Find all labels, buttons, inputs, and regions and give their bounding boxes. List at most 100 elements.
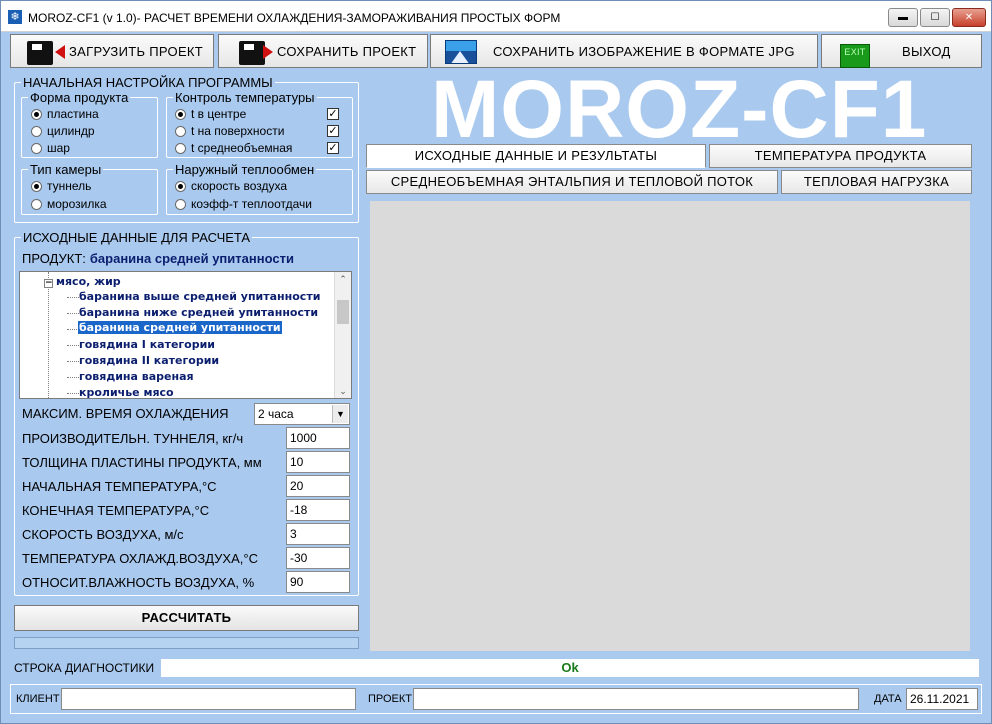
project-input[interactable] bbox=[413, 688, 859, 710]
humidity-input[interactable]: 90 bbox=[286, 571, 350, 593]
tree-item[interactable]: говядина I категории bbox=[79, 338, 215, 351]
load-project-button[interactable]: ЗАГРУЗИТЬ ПРОЕКТ bbox=[10, 34, 214, 68]
tree-connector bbox=[67, 361, 79, 362]
chamber-radio-tunnel[interactable]: туннель bbox=[31, 179, 91, 193]
product-tree[interactable]: − мясо, жир баранина выше средней упитанн… bbox=[19, 271, 352, 399]
exit-label: ВЫХОД bbox=[902, 44, 951, 59]
radio-label: пластина bbox=[47, 107, 99, 121]
scroll-up-icon[interactable]: ⌃ bbox=[335, 272, 351, 286]
tree-connector bbox=[67, 393, 79, 394]
radio-dot bbox=[31, 142, 42, 154]
date-label: ДАТА bbox=[874, 693, 902, 705]
close-button[interactable]: ✕ bbox=[952, 8, 986, 27]
param-label-tunnel-capacity: ПРОИЗВОДИТЕЛЬН. ТУННЕЛЯ, кг/ч bbox=[22, 431, 244, 446]
param-label-initial-temp: НАЧАЛЬНАЯ ТЕМПЕРАТУРА,°С bbox=[22, 479, 217, 494]
save-project-button[interactable]: СОХРАНИТЬ ПРОЕКТ bbox=[218, 34, 428, 68]
radio-label: t среднеобъемная bbox=[191, 141, 293, 155]
radio-label: коэфф-т теплоотдачи bbox=[191, 197, 312, 211]
radio-dot bbox=[31, 198, 42, 210]
floppy-disk-icon bbox=[27, 41, 53, 65]
temp-radio-center[interactable]: t в центре bbox=[175, 107, 246, 121]
product-line: ПРОДУКТ: баранина средней упитанности bbox=[22, 251, 294, 266]
radio-dot bbox=[175, 125, 186, 137]
project-label: ПРОЕКТ bbox=[368, 693, 413, 705]
shape-legend: Форма продукта bbox=[30, 90, 129, 105]
app-logo: MOROZ-CF1 bbox=[431, 64, 928, 155]
tree-item[interactable]: баранина ниже средней упитанности bbox=[79, 306, 318, 319]
max-time-select[interactable]: 2 часа ▼ bbox=[254, 403, 350, 425]
chamber-legend: Тип камеры bbox=[30, 162, 102, 177]
collapse-icon: − bbox=[44, 278, 53, 288]
client-input[interactable] bbox=[61, 688, 356, 710]
temp-check-surface[interactable]: ✓ bbox=[327, 125, 339, 137]
minimize-button[interactable]: ▬ bbox=[888, 8, 918, 27]
max-time-value: 2 часа bbox=[258, 407, 294, 421]
radio-dot bbox=[31, 180, 42, 192]
load-arrow-icon bbox=[55, 45, 65, 59]
settings-legend: НАЧАЛЬНАЯ НАСТРОЙКА ПРОГРАММЫ bbox=[23, 75, 273, 90]
radio-dot bbox=[175, 180, 186, 192]
tree-item[interactable]: говядина II категории bbox=[79, 354, 219, 367]
tunnel-capacity-input[interactable]: 1000 bbox=[286, 427, 350, 449]
temp-check-center[interactable]: ✓ bbox=[327, 108, 339, 120]
chevron-down-icon[interactable]: ▼ bbox=[332, 405, 348, 423]
tab-product-temperature[interactable]: ТЕМПЕРАТУРА ПРОДУКТА bbox=[709, 144, 972, 168]
tree-connector bbox=[67, 313, 79, 314]
tab-enthalpy-heat-flow[interactable]: СРЕДНЕОБЪЕМНАЯ ЭНТАЛЬПИЯ И ТЕПЛОВОЙ ПОТО… bbox=[366, 170, 778, 194]
diagnostics-label: СТРОКА ДИАГНОСТИКИ bbox=[14, 661, 155, 675]
temp-control-legend: Контроль температуры bbox=[175, 90, 315, 105]
temp-radio-surface[interactable]: t на поверхности bbox=[175, 124, 284, 138]
tree-item[interactable]: баранина выше средней упитанности bbox=[79, 290, 320, 303]
maximize-button[interactable]: ☐ bbox=[920, 8, 950, 27]
tab-heat-load[interactable]: ТЕПЛОВАЯ НАГРУЗКА bbox=[781, 170, 972, 194]
shape-radio-plate[interactable]: пластина bbox=[31, 107, 99, 121]
results-panel bbox=[370, 201, 970, 651]
radio-label: морозилка bbox=[47, 197, 107, 211]
calculate-button[interactable]: РАССЧИТАТЬ bbox=[14, 605, 359, 631]
date-input[interactable]: 26.11.2021 bbox=[906, 688, 978, 710]
save-jpg-label: СОХРАНИТЬ ИЗОБРАЖЕНИЕ В ФОРМАТЕ JPG bbox=[493, 44, 795, 59]
diagnostics-output: Ok bbox=[161, 659, 979, 677]
chamber-radio-freezer[interactable]: морозилка bbox=[31, 197, 107, 211]
tree-connector bbox=[67, 297, 79, 298]
tree-scrollbar[interactable]: ⌃ ⌄ bbox=[334, 272, 351, 398]
heat-exchange-legend: Наружный теплообмен bbox=[175, 162, 315, 177]
radio-dot bbox=[175, 142, 186, 154]
tree-parent-node[interactable]: − мясо, жир bbox=[44, 275, 121, 288]
save-arrow-icon bbox=[263, 45, 273, 59]
tree-item[interactable]: кроличье мясо bbox=[79, 386, 174, 398]
param-label-humidity: ОТНОСИТ.ВЛАЖНОСТЬ ВОЗДУХА, % bbox=[22, 575, 255, 590]
radio-dot bbox=[31, 125, 42, 137]
progress-bar bbox=[14, 637, 359, 649]
scroll-down-icon[interactable]: ⌄ bbox=[335, 384, 351, 398]
param-label-air-speed: СКОРОСТЬ ВОЗДУХА, м/с bbox=[22, 527, 184, 542]
heat-radio-coefficient[interactable]: коэфф-т теплоотдачи bbox=[175, 197, 312, 211]
temp-radio-average[interactable]: t среднеобъемная bbox=[175, 141, 292, 155]
input-data-legend: ИСХОДНЫЕ ДАННЫЕ ДЛЯ РАСЧЕТА bbox=[23, 230, 251, 245]
tree-item-selected[interactable]: баранина средней упитанности bbox=[78, 321, 282, 334]
snowflake-icon: ❄ bbox=[8, 10, 22, 24]
air-speed-input[interactable]: 3 bbox=[286, 523, 350, 545]
thickness-input[interactable]: 10 bbox=[286, 451, 350, 473]
air-temp-input[interactable]: -30 bbox=[286, 547, 350, 569]
final-temp-input[interactable]: -18 bbox=[286, 499, 350, 521]
temp-check-average[interactable]: ✓ bbox=[327, 142, 339, 154]
heat-radio-air-speed[interactable]: скорость воздуха bbox=[175, 179, 287, 193]
scroll-thumb[interactable] bbox=[337, 300, 349, 324]
tree-item[interactable]: говядина вареная bbox=[79, 370, 194, 383]
title-bar: ❄ MOROZ-CF1 (v 1.0)- РАСЧЕТ ВРЕМЕНИ ОХЛА… bbox=[1, 1, 991, 32]
param-label-air-temp: ТЕМПЕРАТУРА ОХЛАЖД.ВОЗДУХА,°С bbox=[22, 551, 258, 566]
radio-label: туннель bbox=[47, 179, 92, 193]
radio-dot bbox=[31, 108, 42, 120]
radio-label: шар bbox=[47, 141, 70, 155]
tree-guide-line bbox=[48, 272, 49, 398]
app-window: ❄ MOROZ-CF1 (v 1.0)- РАСЧЕТ ВРЕМЕНИ ОХЛА… bbox=[0, 0, 992, 724]
radio-label: скорость воздуха bbox=[191, 179, 288, 193]
tab-input-results[interactable]: ИСХОДНЫЕ ДАННЫЕ И РЕЗУЛЬТАТЫ bbox=[366, 144, 706, 168]
tree-connector bbox=[67, 377, 79, 378]
radio-label: t в центре bbox=[191, 107, 247, 121]
shape-radio-cylinder[interactable]: цилиндр bbox=[31, 124, 95, 138]
product-label: ПРОДУКТ: bbox=[22, 251, 86, 266]
initial-temp-input[interactable]: 20 bbox=[286, 475, 350, 497]
shape-radio-sphere[interactable]: шар bbox=[31, 141, 70, 155]
